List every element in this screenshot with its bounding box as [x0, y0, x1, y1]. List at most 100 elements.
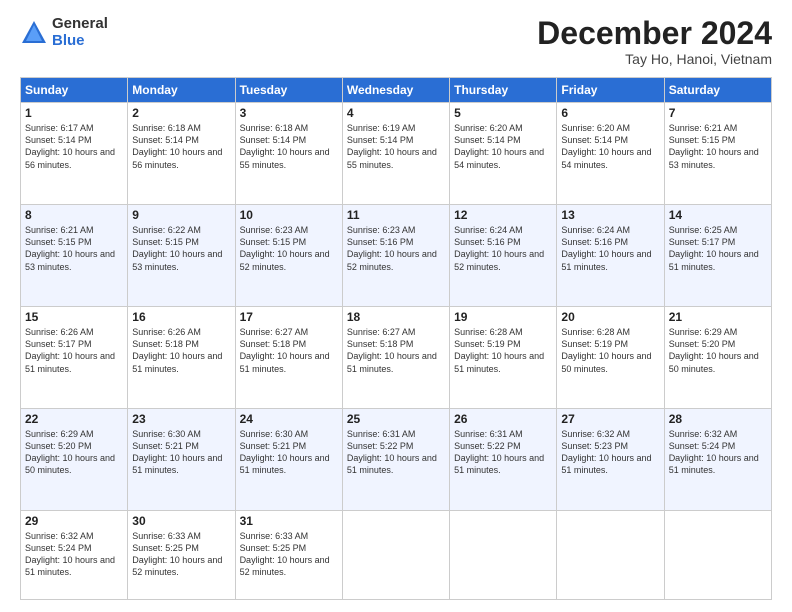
- day-number: 20: [561, 310, 659, 324]
- table-row: 19 Sunrise: 6:28 AMSunset: 5:19 PMDaylig…: [450, 307, 557, 409]
- col-header-monday: Monday: [128, 78, 235, 103]
- table-row: [342, 511, 449, 600]
- table-row: 15 Sunrise: 6:26 AMSunset: 5:17 PMDaylig…: [21, 307, 128, 409]
- header: General Blue December 2024 Tay Ho, Hanoi…: [20, 16, 772, 67]
- day-info: Sunrise: 6:24 AMSunset: 5:16 PMDaylight:…: [561, 225, 651, 271]
- table-row: 22 Sunrise: 6:29 AMSunset: 5:20 PMDaylig…: [21, 409, 128, 511]
- table-row: 3 Sunrise: 6:18 AMSunset: 5:14 PMDayligh…: [235, 103, 342, 205]
- table-row: 29 Sunrise: 6:32 AMSunset: 5:24 PMDaylig…: [21, 511, 128, 600]
- table-row: 10 Sunrise: 6:23 AMSunset: 5:15 PMDaylig…: [235, 205, 342, 307]
- day-number: 23: [132, 412, 230, 426]
- subtitle: Tay Ho, Hanoi, Vietnam: [537, 51, 772, 67]
- col-header-friday: Friday: [557, 78, 664, 103]
- day-info: Sunrise: 6:32 AMSunset: 5:24 PMDaylight:…: [25, 531, 115, 577]
- day-number: 6: [561, 106, 659, 120]
- col-header-tuesday: Tuesday: [235, 78, 342, 103]
- table-row: 27 Sunrise: 6:32 AMSunset: 5:23 PMDaylig…: [557, 409, 664, 511]
- day-info: Sunrise: 6:31 AMSunset: 5:22 PMDaylight:…: [347, 429, 437, 475]
- day-info: Sunrise: 6:29 AMSunset: 5:20 PMDaylight:…: [669, 327, 759, 373]
- table-row: 5 Sunrise: 6:20 AMSunset: 5:14 PMDayligh…: [450, 103, 557, 205]
- col-header-saturday: Saturday: [664, 78, 771, 103]
- day-info: Sunrise: 6:17 AMSunset: 5:14 PMDaylight:…: [25, 123, 115, 169]
- table-row: [557, 511, 664, 600]
- table-row: 20 Sunrise: 6:28 AMSunset: 5:19 PMDaylig…: [557, 307, 664, 409]
- day-number: 31: [240, 514, 338, 528]
- table-row: 21 Sunrise: 6:29 AMSunset: 5:20 PMDaylig…: [664, 307, 771, 409]
- day-number: 25: [347, 412, 445, 426]
- title-block: December 2024 Tay Ho, Hanoi, Vietnam: [537, 16, 772, 67]
- day-info: Sunrise: 6:28 AMSunset: 5:19 PMDaylight:…: [561, 327, 651, 373]
- day-number: 7: [669, 106, 767, 120]
- day-info: Sunrise: 6:24 AMSunset: 5:16 PMDaylight:…: [454, 225, 544, 271]
- day-info: Sunrise: 6:30 AMSunset: 5:21 PMDaylight:…: [132, 429, 222, 475]
- day-number: 26: [454, 412, 552, 426]
- table-row: 7 Sunrise: 6:21 AMSunset: 5:15 PMDayligh…: [664, 103, 771, 205]
- day-number: 29: [25, 514, 123, 528]
- table-row: 6 Sunrise: 6:20 AMSunset: 5:14 PMDayligh…: [557, 103, 664, 205]
- day-info: Sunrise: 6:29 AMSunset: 5:20 PMDaylight:…: [25, 429, 115, 475]
- table-row: 1 Sunrise: 6:17 AMSunset: 5:14 PMDayligh…: [21, 103, 128, 205]
- table-row: 28 Sunrise: 6:32 AMSunset: 5:24 PMDaylig…: [664, 409, 771, 511]
- day-number: 30: [132, 514, 230, 528]
- day-number: 15: [25, 310, 123, 324]
- table-row: 16 Sunrise: 6:26 AMSunset: 5:18 PMDaylig…: [128, 307, 235, 409]
- day-info: Sunrise: 6:32 AMSunset: 5:23 PMDaylight:…: [561, 429, 651, 475]
- table-row: 2 Sunrise: 6:18 AMSunset: 5:14 PMDayligh…: [128, 103, 235, 205]
- logo-blue: Blue: [52, 33, 108, 50]
- table-row: 12 Sunrise: 6:24 AMSunset: 5:16 PMDaylig…: [450, 205, 557, 307]
- day-info: Sunrise: 6:18 AMSunset: 5:14 PMDaylight:…: [132, 123, 222, 169]
- table-row: [664, 511, 771, 600]
- day-number: 14: [669, 208, 767, 222]
- page: General Blue December 2024 Tay Ho, Hanoi…: [0, 0, 792, 612]
- day-number: 8: [25, 208, 123, 222]
- day-number: 21: [669, 310, 767, 324]
- day-info: Sunrise: 6:20 AMSunset: 5:14 PMDaylight:…: [454, 123, 544, 169]
- day-info: Sunrise: 6:26 AMSunset: 5:17 PMDaylight:…: [25, 327, 115, 373]
- day-number: 24: [240, 412, 338, 426]
- table-row: 9 Sunrise: 6:22 AMSunset: 5:15 PMDayligh…: [128, 205, 235, 307]
- day-number: 12: [454, 208, 552, 222]
- day-number: 22: [25, 412, 123, 426]
- table-row: 31 Sunrise: 6:33 AMSunset: 5:25 PMDaylig…: [235, 511, 342, 600]
- logo-text: General Blue: [52, 16, 108, 49]
- table-row: 4 Sunrise: 6:19 AMSunset: 5:14 PMDayligh…: [342, 103, 449, 205]
- day-number: 19: [454, 310, 552, 324]
- day-number: 10: [240, 208, 338, 222]
- logo-icon: [20, 19, 48, 47]
- day-info: Sunrise: 6:28 AMSunset: 5:19 PMDaylight:…: [454, 327, 544, 373]
- table-row: 8 Sunrise: 6:21 AMSunset: 5:15 PMDayligh…: [21, 205, 128, 307]
- table-row: 11 Sunrise: 6:23 AMSunset: 5:16 PMDaylig…: [342, 205, 449, 307]
- col-header-thursday: Thursday: [450, 78, 557, 103]
- day-number: 4: [347, 106, 445, 120]
- table-row: 18 Sunrise: 6:27 AMSunset: 5:18 PMDaylig…: [342, 307, 449, 409]
- logo: General Blue: [20, 16, 108, 49]
- day-number: 9: [132, 208, 230, 222]
- day-info: Sunrise: 6:18 AMSunset: 5:14 PMDaylight:…: [240, 123, 330, 169]
- day-info: Sunrise: 6:23 AMSunset: 5:16 PMDaylight:…: [347, 225, 437, 271]
- day-number: 11: [347, 208, 445, 222]
- table-row: 14 Sunrise: 6:25 AMSunset: 5:17 PMDaylig…: [664, 205, 771, 307]
- day-number: 28: [669, 412, 767, 426]
- table-row: 23 Sunrise: 6:30 AMSunset: 5:21 PMDaylig…: [128, 409, 235, 511]
- day-info: Sunrise: 6:32 AMSunset: 5:24 PMDaylight:…: [669, 429, 759, 475]
- day-info: Sunrise: 6:26 AMSunset: 5:18 PMDaylight:…: [132, 327, 222, 373]
- day-info: Sunrise: 6:33 AMSunset: 5:25 PMDaylight:…: [132, 531, 222, 577]
- day-info: Sunrise: 6:20 AMSunset: 5:14 PMDaylight:…: [561, 123, 651, 169]
- table-row: 17 Sunrise: 6:27 AMSunset: 5:18 PMDaylig…: [235, 307, 342, 409]
- day-info: Sunrise: 6:19 AMSunset: 5:14 PMDaylight:…: [347, 123, 437, 169]
- col-header-sunday: Sunday: [21, 78, 128, 103]
- day-info: Sunrise: 6:30 AMSunset: 5:21 PMDaylight:…: [240, 429, 330, 475]
- table-row: [450, 511, 557, 600]
- day-info: Sunrise: 6:22 AMSunset: 5:15 PMDaylight:…: [132, 225, 222, 271]
- day-number: 27: [561, 412, 659, 426]
- day-number: 17: [240, 310, 338, 324]
- day-info: Sunrise: 6:27 AMSunset: 5:18 PMDaylight:…: [347, 327, 437, 373]
- day-info: Sunrise: 6:23 AMSunset: 5:15 PMDaylight:…: [240, 225, 330, 271]
- day-number: 5: [454, 106, 552, 120]
- day-info: Sunrise: 6:25 AMSunset: 5:17 PMDaylight:…: [669, 225, 759, 271]
- logo-general: General: [52, 16, 108, 33]
- day-number: 16: [132, 310, 230, 324]
- day-info: Sunrise: 6:33 AMSunset: 5:25 PMDaylight:…: [240, 531, 330, 577]
- day-info: Sunrise: 6:27 AMSunset: 5:18 PMDaylight:…: [240, 327, 330, 373]
- table-row: 25 Sunrise: 6:31 AMSunset: 5:22 PMDaylig…: [342, 409, 449, 511]
